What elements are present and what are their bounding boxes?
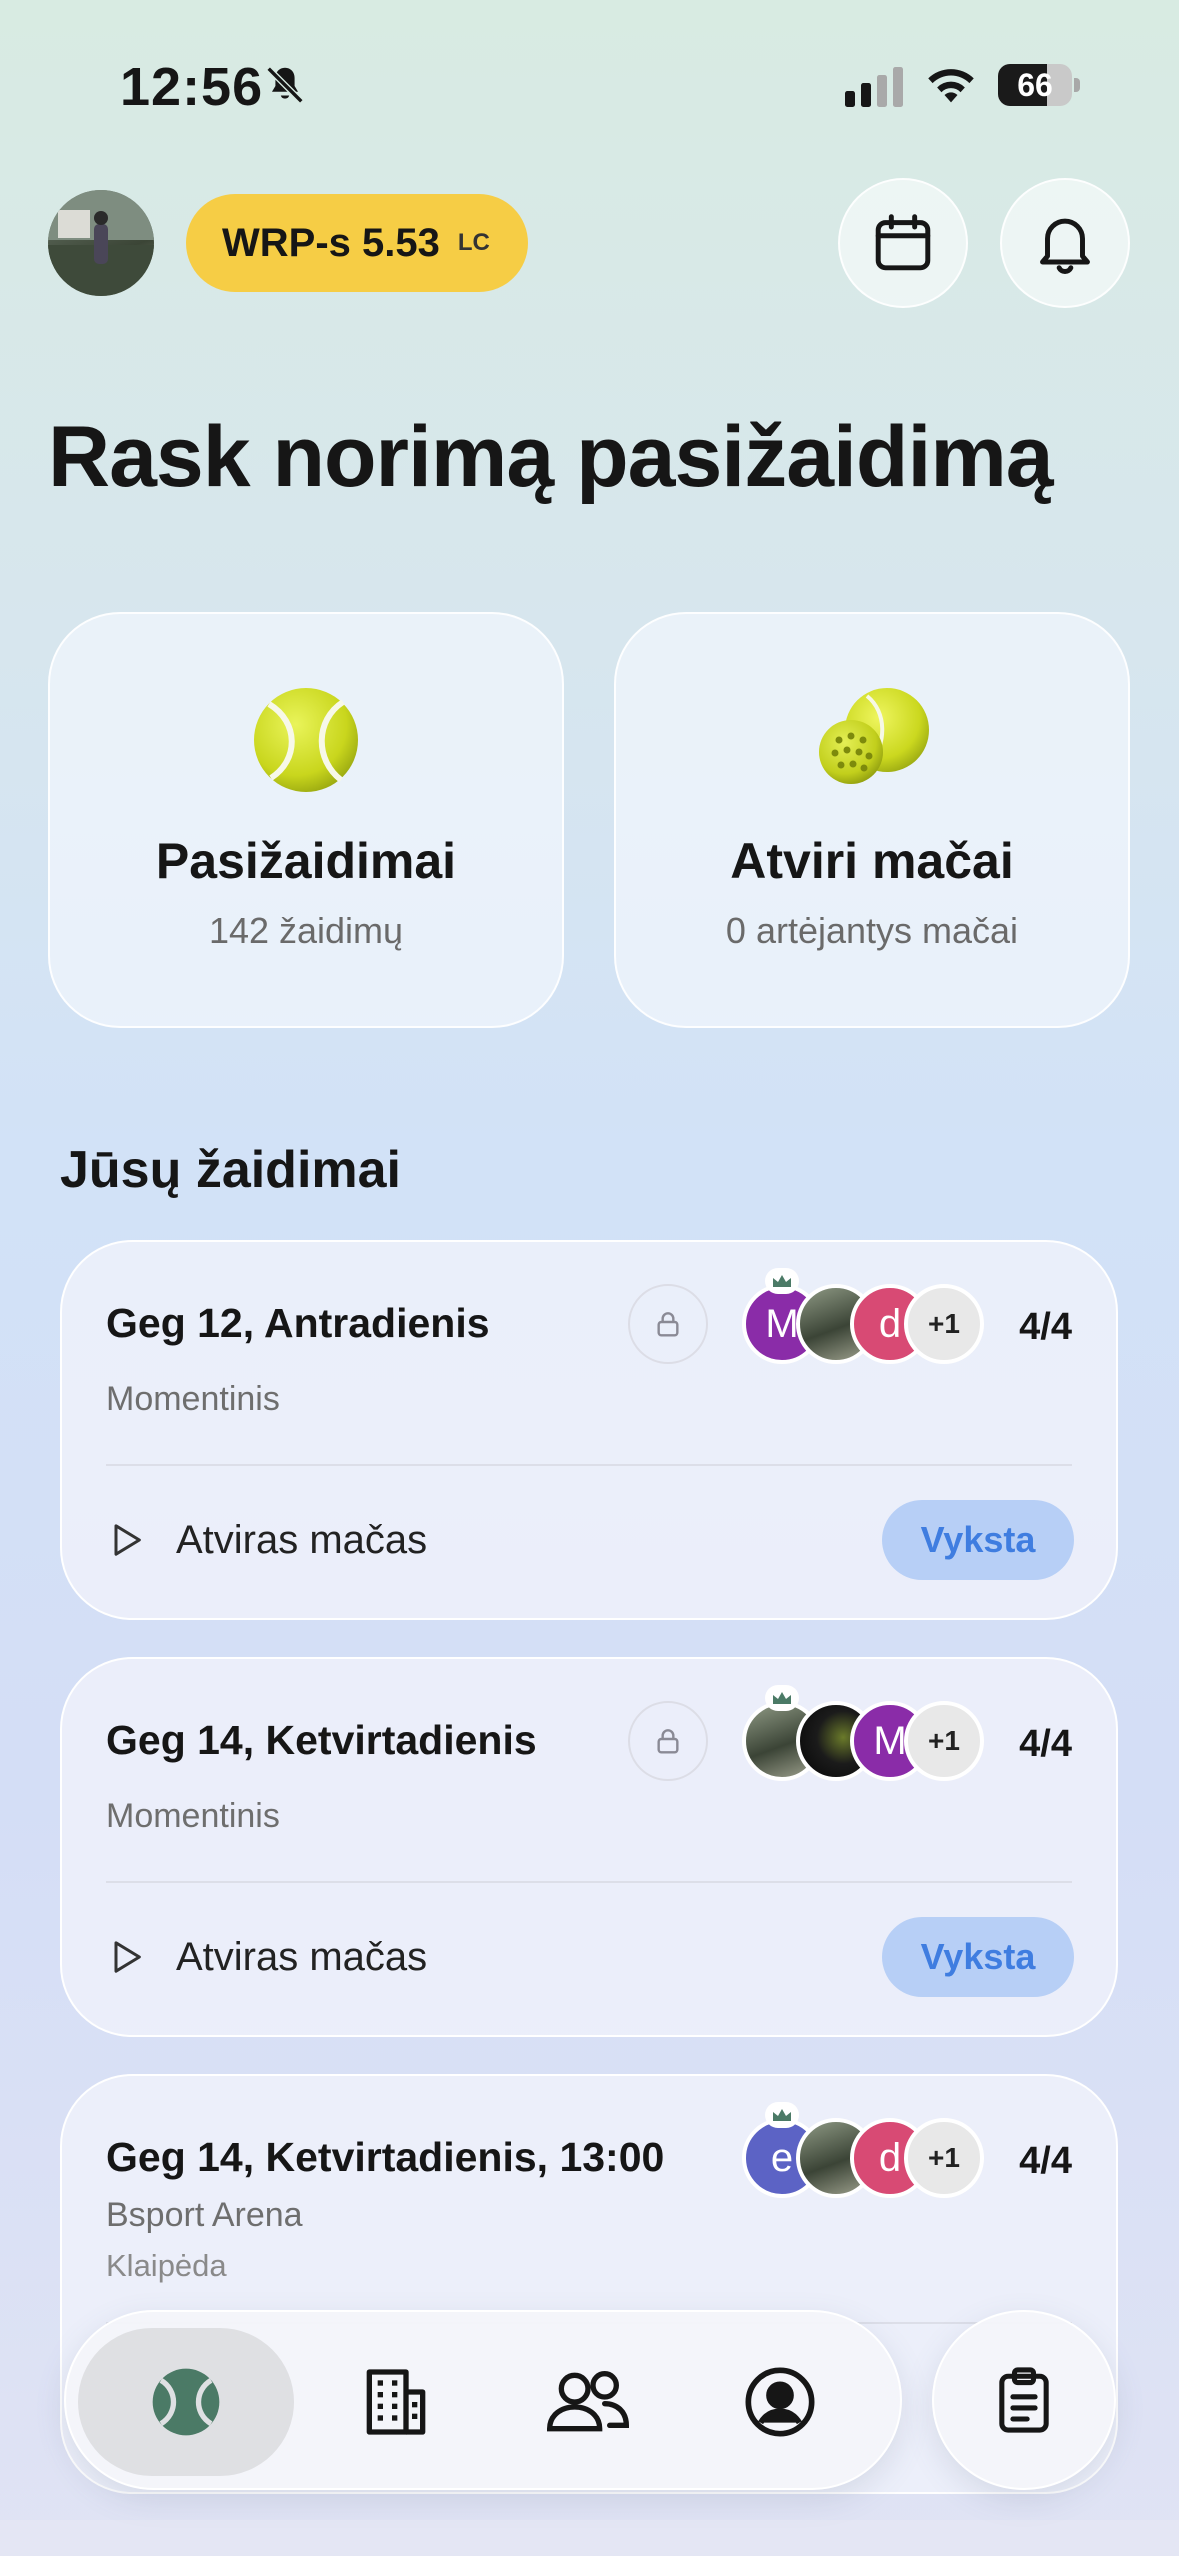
game-date: Geg 14, Ketvirtadienis, 13:00 [106, 2134, 665, 2180]
cellular-signal-icon [845, 67, 903, 107]
nav-tab-profile[interactable] [672, 2328, 888, 2476]
play-icon [114, 1941, 141, 1973]
padel-balls-icon [819, 688, 929, 784]
play-icon [114, 1524, 141, 1556]
building-icon [366, 2369, 426, 2435]
category-title: Pasižaidimai [155, 833, 457, 889]
nav-tab-clubs[interactable] [288, 2328, 504, 2476]
category-subtitle: 0 artėjantys mačai [725, 910, 1019, 951]
battery-level: 66 [1017, 67, 1053, 103]
crown-icon [765, 2102, 799, 2128]
nav-tab-games[interactable] [78, 2328, 294, 2476]
game-type: Momentinis [106, 1380, 280, 1418]
user-avatar[interactable] [48, 190, 154, 296]
more-players-badge: +1 [904, 2118, 984, 2198]
player-count: 4/4 [1019, 1723, 1072, 1765]
calendar-icon [875, 214, 931, 271]
divider [106, 1881, 1072, 1883]
match-type-label: Atviras mačas [176, 1518, 428, 1562]
player-avatars: e d +1 [742, 2102, 984, 2202]
profile-icon [745, 2367, 815, 2437]
wrp-rating-label: WRP-s 5.53 [222, 220, 440, 265]
player-count: 4/4 [1019, 1306, 1072, 1348]
status-badge: Vyksta [882, 1917, 1074, 1997]
notifications-button[interactable] [1000, 178, 1130, 308]
crown-icon [765, 1685, 799, 1711]
player-avatars: M d +1 [742, 1268, 984, 1368]
lock-icon [628, 1284, 708, 1364]
game-date: Geg 14, Ketvirtadienis [106, 1717, 537, 1763]
bottom-tab-bar [64, 2310, 902, 2490]
player-count: 4/4 [1019, 2140, 1072, 2182]
category-card-atviri-macai[interactable]: Atviri mačai 0 artėjantys mačai [614, 612, 1130, 1028]
section-title-your-games: Jūsų žaidimai [60, 1141, 401, 1199]
game-card[interactable]: Geg 12, Antradienis Momentinis M d +1 4/… [60, 1240, 1118, 1620]
more-players-badge: +1 [904, 1701, 984, 1781]
crown-icon [765, 1268, 799, 1294]
game-card[interactable]: Geg 14, Ketvirtadienis Momentinis M +1 4… [60, 1657, 1118, 2037]
wrp-rating-badge[interactable]: WRP-s 5.53 LC [186, 194, 528, 292]
game-type: Momentinis [106, 1797, 280, 1835]
bell-slash-icon [266, 66, 304, 104]
more-players-badge: +1 [904, 1284, 984, 1364]
lock-icon [628, 1701, 708, 1781]
player-avatars: M +1 [742, 1685, 984, 1785]
category-card-pasizaidimai[interactable]: Pasižaidimai 142 žaidimų [48, 612, 564, 1028]
nav-tab-community[interactable] [480, 2328, 696, 2476]
status-time: 12:56 [120, 57, 264, 117]
clipboard-icon [999, 2367, 1049, 2433]
calendar-button[interactable] [838, 178, 968, 308]
status-bar: 12:56 66 [0, 0, 1179, 170]
match-type-label: Atviras mačas [176, 1935, 428, 1979]
game-date: Geg 12, Antradienis [106, 1300, 490, 1346]
battery-icon: 66 [998, 64, 1080, 106]
wifi-icon [928, 69, 974, 103]
home-indicator-area [0, 2520, 1179, 2556]
wrp-rating-suffix: LC [457, 229, 490, 256]
game-venue: Bsport Arena [106, 2196, 303, 2234]
page-title: Rask norimą pasižaidimą [48, 409, 1054, 505]
status-badge: Vyksta [882, 1500, 1074, 1580]
bell-icon [1040, 218, 1090, 274]
category-subtitle: 142 žaidimų [208, 910, 404, 951]
clipboard-button[interactable] [932, 2310, 1116, 2490]
game-city: Klaipėda [106, 2248, 227, 2283]
category-title: Atviri mačai [730, 833, 1014, 889]
users-icon [546, 2371, 630, 2432]
tennis-ball-icon [152, 2368, 220, 2436]
tennis-ball-icon [254, 688, 358, 792]
divider [106, 1464, 1072, 1466]
